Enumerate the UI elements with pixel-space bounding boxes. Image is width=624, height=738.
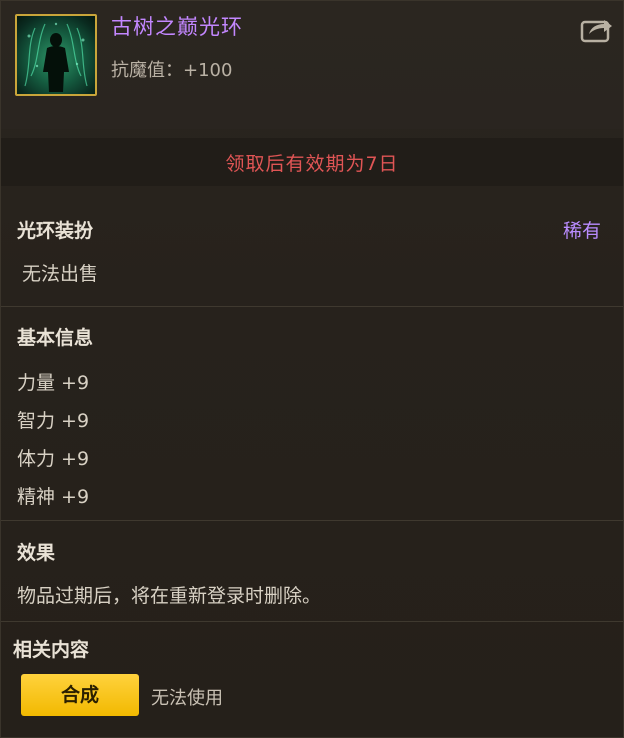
synthesize-button[interactable]: 合成: [21, 674, 139, 716]
item-header: 古树之巅光环 抗魔值：+100: [1, 1, 623, 129]
item-name: 古树之巅光环: [111, 15, 243, 39]
expiry-bar: 领取后有效期为7日: [1, 138, 623, 186]
stat-stamina: 体力 +9: [17, 448, 90, 470]
divider: [1, 520, 623, 521]
stat-spirit: 精神 +9: [17, 486, 90, 508]
stat-intelligence: 智力 +9: [17, 410, 90, 432]
divider: [1, 306, 623, 307]
related-title: 相关内容: [13, 639, 90, 661]
item-stat: 抗魔值：+100: [111, 60, 233, 81]
expiry-notice: 领取后有效期为7日: [225, 153, 399, 175]
category-title: 光环装扮: [17, 220, 94, 242]
basic-info-title: 基本信息: [17, 327, 94, 349]
stat-strength: 力量 +9: [17, 372, 90, 394]
ancient-tree-aura-icon: [15, 14, 97, 96]
effect-text: 物品过期后，将在重新登录时删除。: [17, 585, 322, 607]
usage-status: 无法使用: [151, 688, 223, 709]
divider: [1, 621, 623, 622]
share-icon[interactable]: [580, 15, 614, 43]
effect-title: 效果: [17, 542, 56, 564]
sell-note: 无法出售: [22, 263, 99, 285]
item-tooltip-panel: 古树之巅光环 抗魔值：+100 领取后有效期为7日 光环装扮 稀有 无法出售 基…: [0, 0, 624, 738]
rarity-badge: 稀有: [562, 220, 601, 242]
